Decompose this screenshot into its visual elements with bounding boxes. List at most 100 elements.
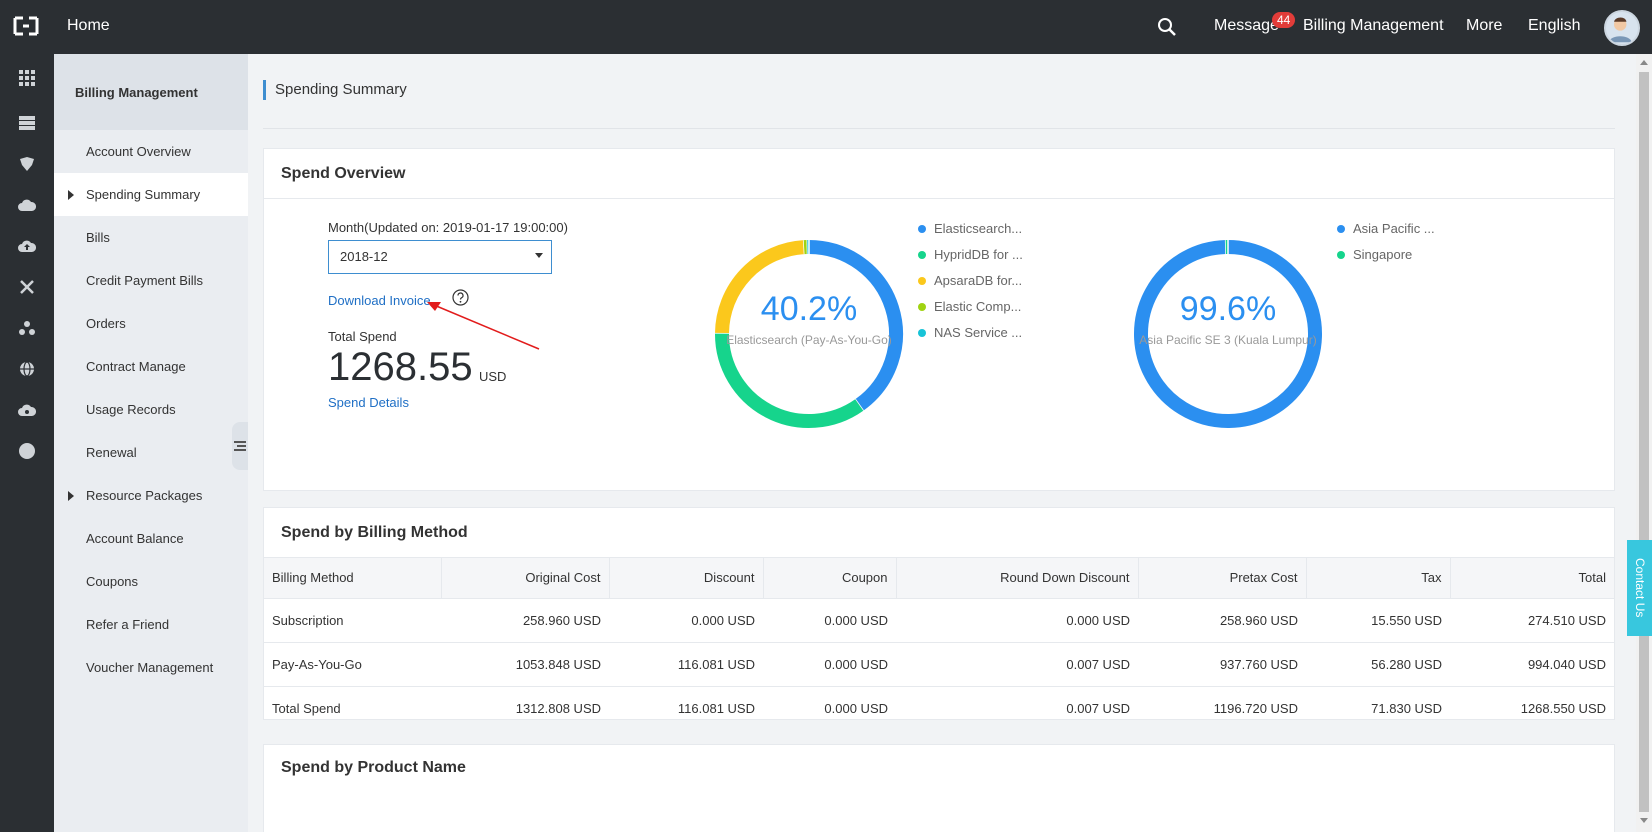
sidebar-item[interactable]: Credit Payment Bills	[54, 259, 248, 302]
legend-dot-icon	[1337, 225, 1345, 233]
server-icon[interactable]	[17, 113, 37, 133]
month-label: Month(Updated on: 2019-01-17 19:00:00)	[328, 220, 568, 235]
scrollbar-thumb[interactable]	[1639, 72, 1649, 812]
column-header: Original Cost	[441, 558, 610, 598]
table-cell: 258.960 USD	[1138, 597, 1306, 642]
month-select-value: 2018-12	[340, 249, 388, 264]
column-header: Tax	[1306, 558, 1451, 598]
table-cell: 56.280 USD	[1306, 641, 1450, 686]
column-header: Coupon	[763, 558, 897, 598]
table-cell: 0.000 USD	[763, 685, 896, 730]
sidebar-item[interactable]: Coupons	[54, 560, 248, 603]
cloud-icon[interactable]	[17, 195, 37, 215]
table-cell: 1196.720 USD	[1138, 685, 1306, 730]
sidebar-item[interactable]: Usage Records	[54, 388, 248, 431]
table-cell: 0.007 USD	[896, 685, 1138, 730]
sidebar-item[interactable]: Renewal	[54, 431, 248, 474]
legend-item[interactable]: ApsaraDB for...	[918, 268, 1023, 294]
legend-item[interactable]: HypridDB for ...	[918, 242, 1023, 268]
table-cell: Pay-As-You-Go	[264, 641, 441, 686]
month-select[interactable]: 2018-12	[328, 240, 552, 274]
table-cell: 0.000 USD	[896, 597, 1138, 642]
scroll-down-icon[interactable]	[1640, 818, 1648, 823]
total-spend-value: 1268.55	[328, 345, 473, 389]
download-invoice-link[interactable]: Download Invoice	[328, 293, 431, 308]
table-cell: 258.960 USD	[441, 597, 609, 642]
legend-item[interactable]: Singapore	[1337, 242, 1435, 268]
user-avatar-icon	[1608, 17, 1632, 43]
sidebar-item-label: Voucher Management	[86, 660, 214, 675]
language-link[interactable]: English	[1528, 17, 1580, 35]
billing-method-card: Spend by Billing Method Billing Method Or…	[263, 507, 1615, 730]
sidebar-item[interactable]: Account Overview	[54, 130, 248, 173]
avatar[interactable]	[1604, 10, 1640, 46]
product-donut-percent: 40.2%	[760, 290, 858, 328]
legend-label: HypridDB for ...	[934, 247, 1023, 262]
legend-item[interactable]: Asia Pacific ...	[1337, 216, 1435, 242]
sidebar-item-label: Contract Manage	[86, 359, 186, 374]
page-title: Spending Summary	[263, 80, 407, 100]
sidebar-item[interactable]: Contract Manage	[54, 345, 248, 388]
table-row: Total Spend 1312.808 USD 116.081 USD 0.000 …	[264, 685, 1614, 730]
column-header: Round Down Discount	[896, 558, 1139, 598]
total-spend-label: Total Spend	[328, 329, 397, 344]
legend-item[interactable]: NAS Service ...	[918, 320, 1023, 346]
legend-label: Singapore	[1353, 247, 1413, 262]
table-cell: 274.510 USD	[1450, 597, 1614, 642]
table-row: Pay-As-You-Go 1053.848 USD 116.081 USD 0.00…	[264, 641, 1614, 686]
total-spend-unit: USD	[479, 369, 507, 384]
sidebar-item[interactable]: Refer a Friend	[54, 603, 248, 646]
network-icon[interactable]	[17, 277, 37, 297]
sidebar-item[interactable]: Orders	[54, 302, 248, 345]
table-cell: 1053.848 USD	[441, 641, 609, 686]
region-donut-percent: 99.6%	[1179, 290, 1277, 328]
cloud-upload-icon[interactable]	[17, 236, 37, 256]
region-legend: Asia Pacific ... Singapore	[1337, 216, 1435, 268]
side-menu: Billing Management Account Overview Spend…	[54, 54, 248, 832]
table-cell: 116.081 USD	[609, 641, 763, 686]
top-bar: Home Message 44 Billing Management More …	[0, 0, 1652, 54]
apps-grid-icon[interactable]	[17, 68, 37, 88]
billing-management-link[interactable]: Billing Management	[1303, 17, 1444, 35]
side-menu-title: Billing Management	[54, 54, 248, 130]
collapse-sidebar-icon[interactable]	[232, 422, 248, 470]
security-icon[interactable]	[17, 154, 37, 174]
spend-overview-card: Spend Overview Month(Updated on: 2019-01…	[263, 148, 1615, 491]
column-header: Billing Method	[264, 558, 442, 598]
sidebar-item[interactable]: Bills	[54, 216, 248, 259]
sidebar-item[interactable]: Account Balance	[54, 517, 248, 560]
cloud-settings-icon[interactable]	[17, 400, 37, 420]
sidebar-item-label: Resource Packages	[86, 488, 203, 503]
cloud-logo-icon[interactable]	[12, 15, 40, 37]
scroll-up-icon[interactable]	[1640, 60, 1648, 65]
billing-method-title: Spend by Billing Method	[264, 508, 1614, 558]
spend-details-link[interactable]: Spend Details	[328, 395, 409, 410]
legend-item[interactable]: Elasticsearch...	[918, 216, 1023, 242]
sidebar-item[interactable]: Spending Summary	[54, 173, 248, 216]
circle-icon[interactable]	[17, 441, 37, 461]
globe-icon[interactable]	[17, 359, 37, 379]
message-count-badge: 44	[1272, 12, 1296, 28]
table-cell: 937.760 USD	[1138, 641, 1306, 686]
legend-item[interactable]: Elastic Comp...	[918, 294, 1023, 320]
more-link[interactable]: More	[1466, 17, 1502, 35]
sidebar-item[interactable]: Resource Packages	[54, 474, 248, 517]
product-name-card: Spend by Product Name	[263, 744, 1615, 832]
divider	[263, 128, 1615, 129]
cluster-icon[interactable]	[17, 318, 37, 338]
column-header: Pretax Cost	[1138, 558, 1307, 598]
product-name-title: Spend by Product Name	[281, 759, 466, 776]
column-header: Discount	[609, 558, 764, 598]
contact-us-button[interactable]: Contact Us	[1627, 540, 1652, 636]
region-donut-label: Asia Pacific SE 3 (Kuala Lumpur)	[1139, 333, 1317, 347]
sidebar-item[interactable]: Voucher Management	[54, 646, 248, 689]
sidebar-item-label: Account Balance	[86, 531, 184, 546]
search-icon[interactable]	[1157, 17, 1177, 37]
legend-dot-icon	[918, 303, 926, 311]
sidebar-item-label: Account Overview	[86, 144, 191, 159]
table-cell: 1268.550 USD	[1450, 685, 1614, 730]
icon-rail	[0, 54, 54, 832]
message-link[interactable]: Message	[1214, 17, 1279, 35]
main-content: Spending Summary Spend Overview Month(Up…	[248, 54, 1636, 832]
home-link[interactable]: Home	[67, 17, 110, 35]
